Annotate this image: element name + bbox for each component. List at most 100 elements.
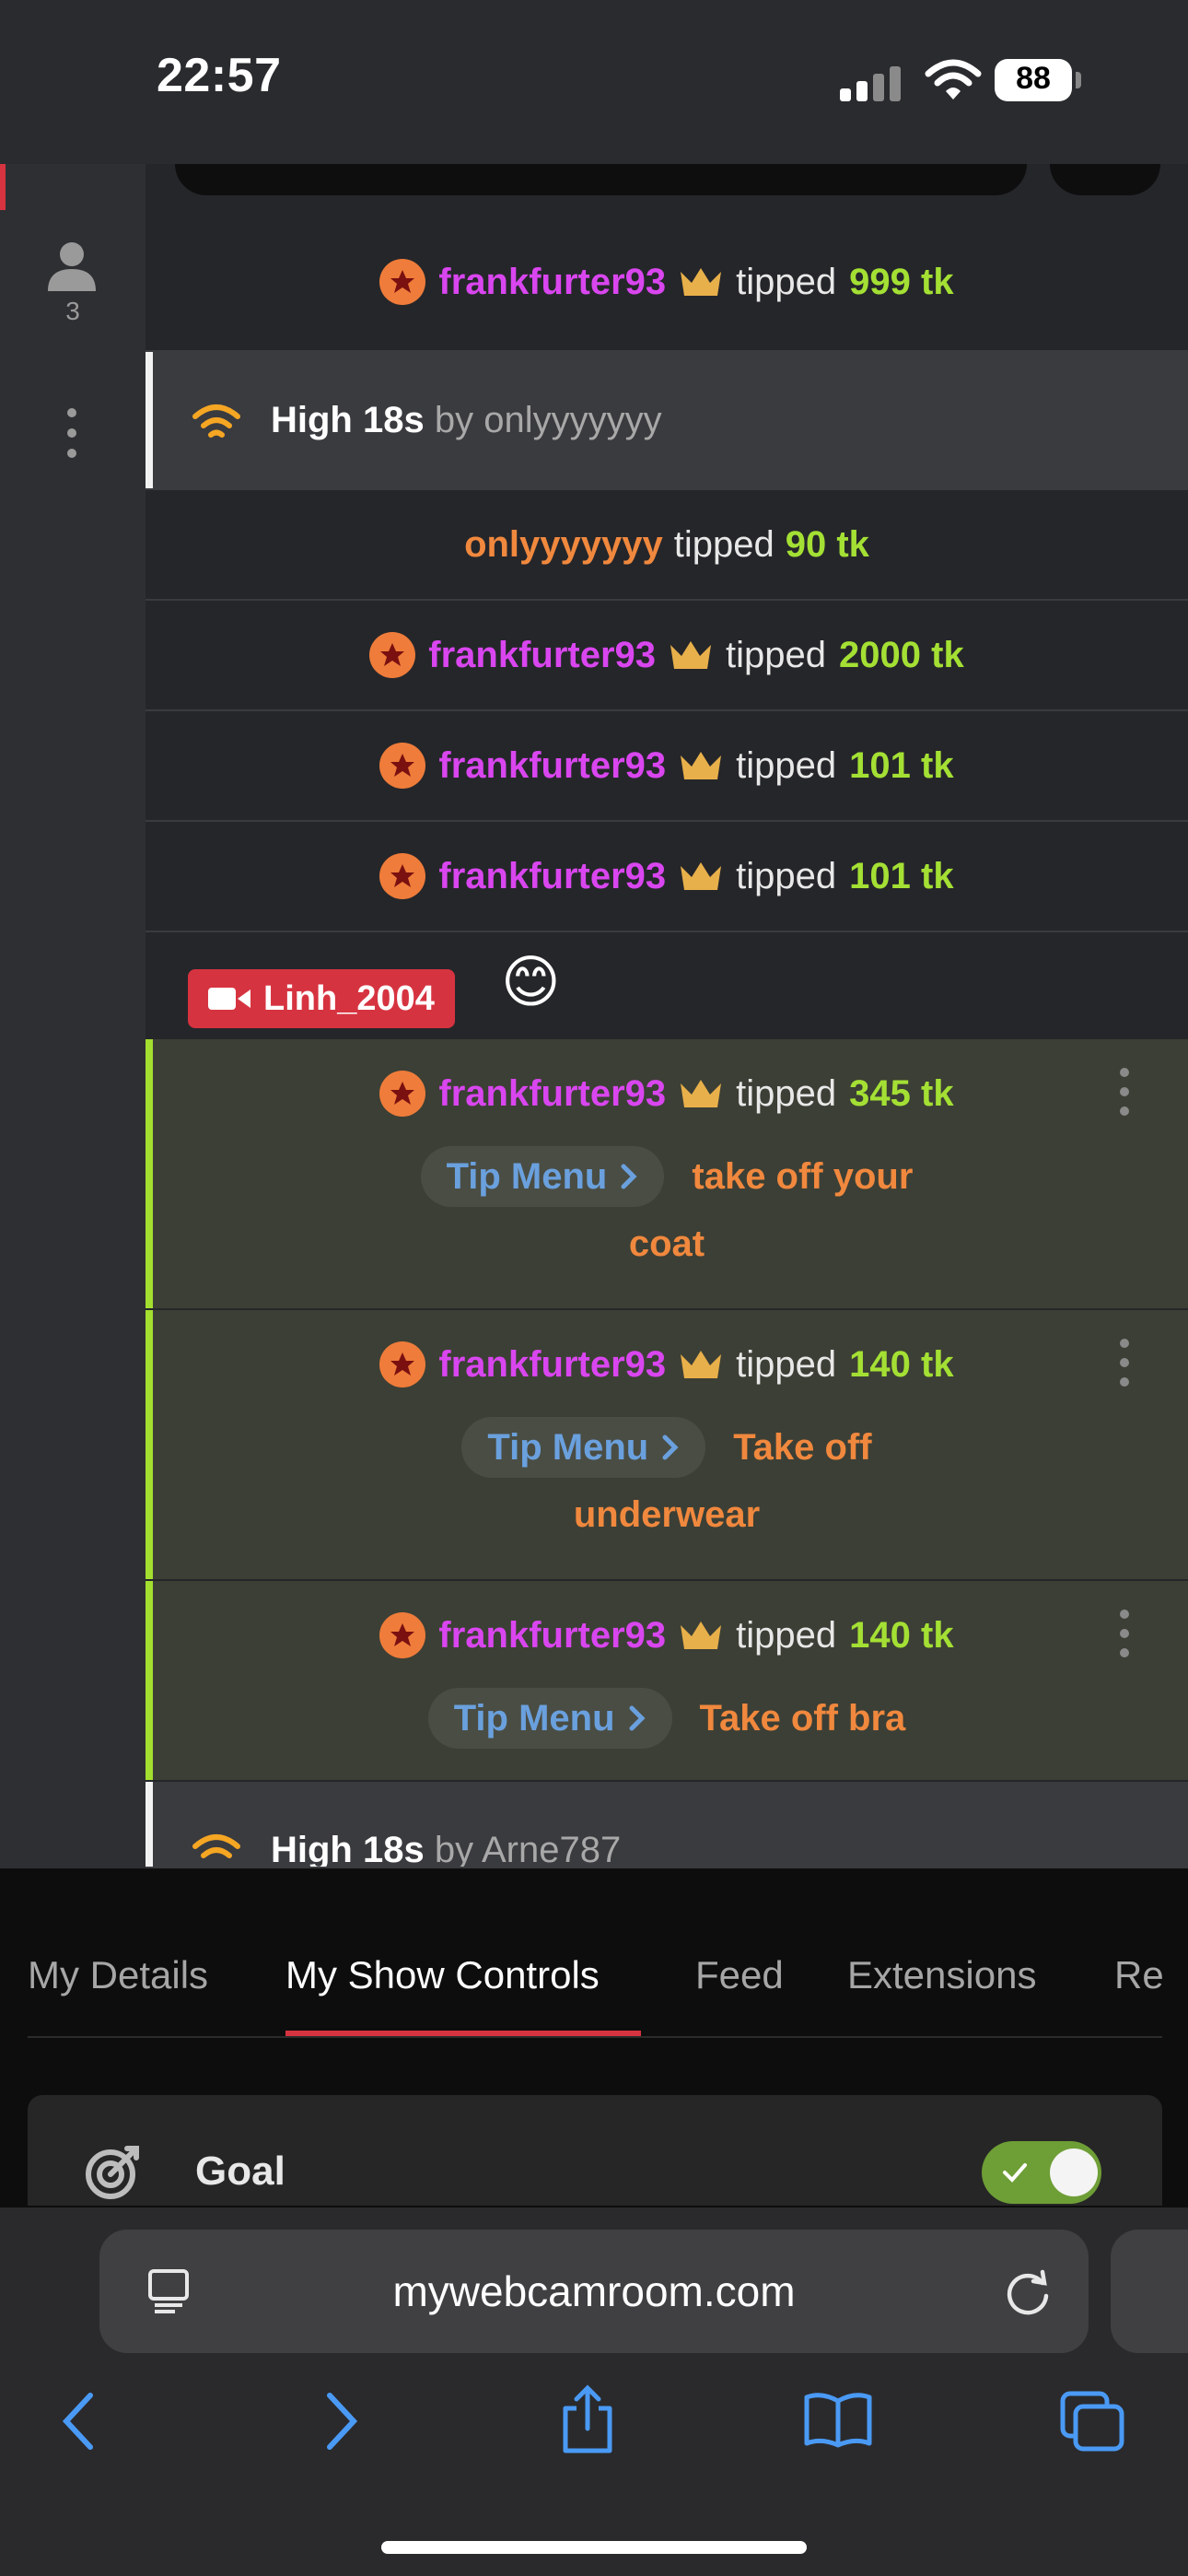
chevron-right-icon	[621, 1164, 637, 1189]
chevron-right-icon	[629, 1705, 646, 1731]
chat-row: frankfurter93 tipped 101 tk	[146, 822, 1188, 932]
broadcast-icon	[192, 404, 240, 438]
rail-active-indicator	[0, 164, 6, 210]
tip-amount: 999 tk	[849, 261, 954, 302]
message-options-icon[interactable]	[1118, 1067, 1131, 1117]
tip-action: take off your	[692, 1155, 914, 1197]
tip-message: frankfurter93 tipped 140 tk Tip Menu Tak…	[146, 1310, 1188, 1579]
tip-menu-label: Tip Menu	[453, 1697, 615, 1739]
tab-feed[interactable]: Feed	[695, 1953, 784, 1997]
star-badge-icon	[379, 1341, 426, 1388]
tip-menu-button[interactable]: Tip Menu	[427, 1688, 672, 1749]
notice-title: High 18s	[271, 1830, 425, 1868]
tipped-verb: tipped	[673, 523, 775, 565]
username[interactable]: frankfurter93	[438, 1344, 666, 1386]
tab-extensions[interactable]: Extensions	[847, 1953, 1036, 1997]
crown-icon	[681, 752, 722, 779]
forward-icon[interactable]	[322, 2392, 359, 2451]
tip-action-continued: coat	[628, 1224, 705, 1264]
tip-action: Take off bra	[699, 1697, 906, 1739]
user-icon[interactable]	[46, 240, 98, 291]
status-time: 22:57	[157, 49, 282, 102]
tipped-verb: tipped	[736, 1614, 837, 1656]
username[interactable]: frankfurter93	[438, 745, 666, 787]
broadcaster-badge[interactable]: Linh_2004	[188, 969, 455, 1028]
tipped-verb: tipped	[736, 1072, 837, 1114]
chat-row: frankfurter93 tipped 999 tk	[146, 214, 1188, 352]
cellular-signal-icon	[840, 66, 901, 101]
notice-title: High 18s	[271, 400, 425, 440]
username[interactable]: frankfurter93	[438, 1073, 666, 1115]
goal-label: Goal	[195, 2149, 285, 2194]
star-badge-icon	[379, 743, 426, 789]
tip-menu-button[interactable]: Tip Menu	[420, 1146, 665, 1207]
home-indicator	[381, 2541, 807, 2554]
tip-amount: 140 tk	[849, 1614, 954, 1656]
send-button[interactable]	[1050, 164, 1160, 195]
username[interactable]: frankfurter93	[438, 262, 666, 303]
username[interactable]: frankfurter93	[428, 635, 656, 676]
tipped-verb: tipped	[726, 634, 827, 675]
tip-amount: 345 tk	[849, 1072, 954, 1114]
tip-amount: 101 tk	[849, 855, 954, 896]
tip-menu-label: Tip Menu	[446, 1155, 608, 1197]
viewer-count: 3	[65, 297, 80, 325]
tip-menu-button[interactable]: Tip Menu	[461, 1417, 706, 1478]
room-notice: High 18s by onlyyyyyyy	[146, 352, 1188, 490]
chat-input-field[interactable]	[175, 164, 1027, 195]
crown-icon	[681, 1351, 722, 1378]
star-badge-icon	[379, 259, 426, 305]
notice-author: by Arne787	[434, 1830, 622, 1868]
tip-message: frankfurter93 tipped 345 tk Tip Menu tak…	[146, 1039, 1188, 1308]
chat-row: onlyyyyyyy tipped 90 tk	[146, 490, 1188, 601]
target-icon	[86, 2146, 139, 2199]
check-icon	[1003, 2163, 1027, 2183]
crown-icon	[681, 862, 722, 890]
username[interactable]: frankfurter93	[438, 1615, 666, 1657]
next-tab-preview[interactable]	[1111, 2230, 1188, 2353]
crown-icon	[681, 1080, 722, 1107]
username[interactable]: frankfurter93	[438, 856, 666, 897]
broadcaster-name: Linh_2004	[263, 978, 435, 1018]
tip-menu-label: Tip Menu	[487, 1426, 649, 1468]
chevron-right-icon	[662, 1434, 679, 1460]
tab-my-details[interactable]: My Details	[28, 1953, 208, 1997]
tabs-icon[interactable]	[1059, 2390, 1125, 2453]
tipped-verb: tipped	[736, 1343, 837, 1385]
tipped-verb: tipped	[736, 855, 837, 896]
wifi-icon	[925, 59, 982, 100]
share-icon[interactable]	[560, 2384, 615, 2454]
more-vertical-icon[interactable]	[61, 405, 83, 461]
crown-icon	[681, 268, 722, 296]
tab-more[interactable]: Re	[1114, 1953, 1164, 1997]
star-badge-icon	[379, 853, 426, 899]
tipped-verb: tipped	[736, 744, 837, 786]
star-badge-icon	[379, 1612, 426, 1658]
chat-row: frankfurter93 tipped 2000 tk	[146, 601, 1188, 711]
battery-icon: 88	[995, 59, 1083, 101]
tip-amount: 2000 tk	[839, 634, 964, 675]
back-icon[interactable]	[61, 2392, 98, 2451]
crown-icon	[670, 641, 712, 669]
toggle-knob	[1050, 2149, 1098, 2196]
video-camera-icon	[208, 988, 250, 1010]
tipped-verb: tipped	[736, 261, 837, 302]
broadcast-icon	[192, 1834, 240, 1858]
room-notice: High 18s by Arne787	[146, 1782, 1188, 1868]
tab-my-show-controls[interactable]: My Show Controls	[285, 1953, 600, 1997]
star-badge-icon	[379, 1071, 426, 1117]
message-options-icon[interactable]	[1118, 1338, 1131, 1388]
username[interactable]: onlyyyyyyy	[464, 524, 663, 566]
star-badge-icon	[369, 632, 416, 678]
active-tab-indicator	[285, 2031, 641, 2036]
bookmarks-icon[interactable]	[803, 2392, 873, 2449]
tab-divider	[28, 2036, 1162, 2038]
tip-message: frankfurter93 tipped 140 tk Tip Menu Tak…	[146, 1581, 1188, 1780]
crown-icon	[681, 1622, 722, 1649]
message-options-icon[interactable]	[1118, 1609, 1131, 1658]
reload-icon[interactable]	[1004, 2266, 1052, 2316]
notice-author: by onlyyyyyyy	[434, 400, 662, 440]
smile-emoji-icon: 😊	[501, 951, 561, 1014]
battery-level: 88	[1016, 61, 1051, 96]
url-text: mywebcamroom.com	[392, 2267, 796, 2315]
